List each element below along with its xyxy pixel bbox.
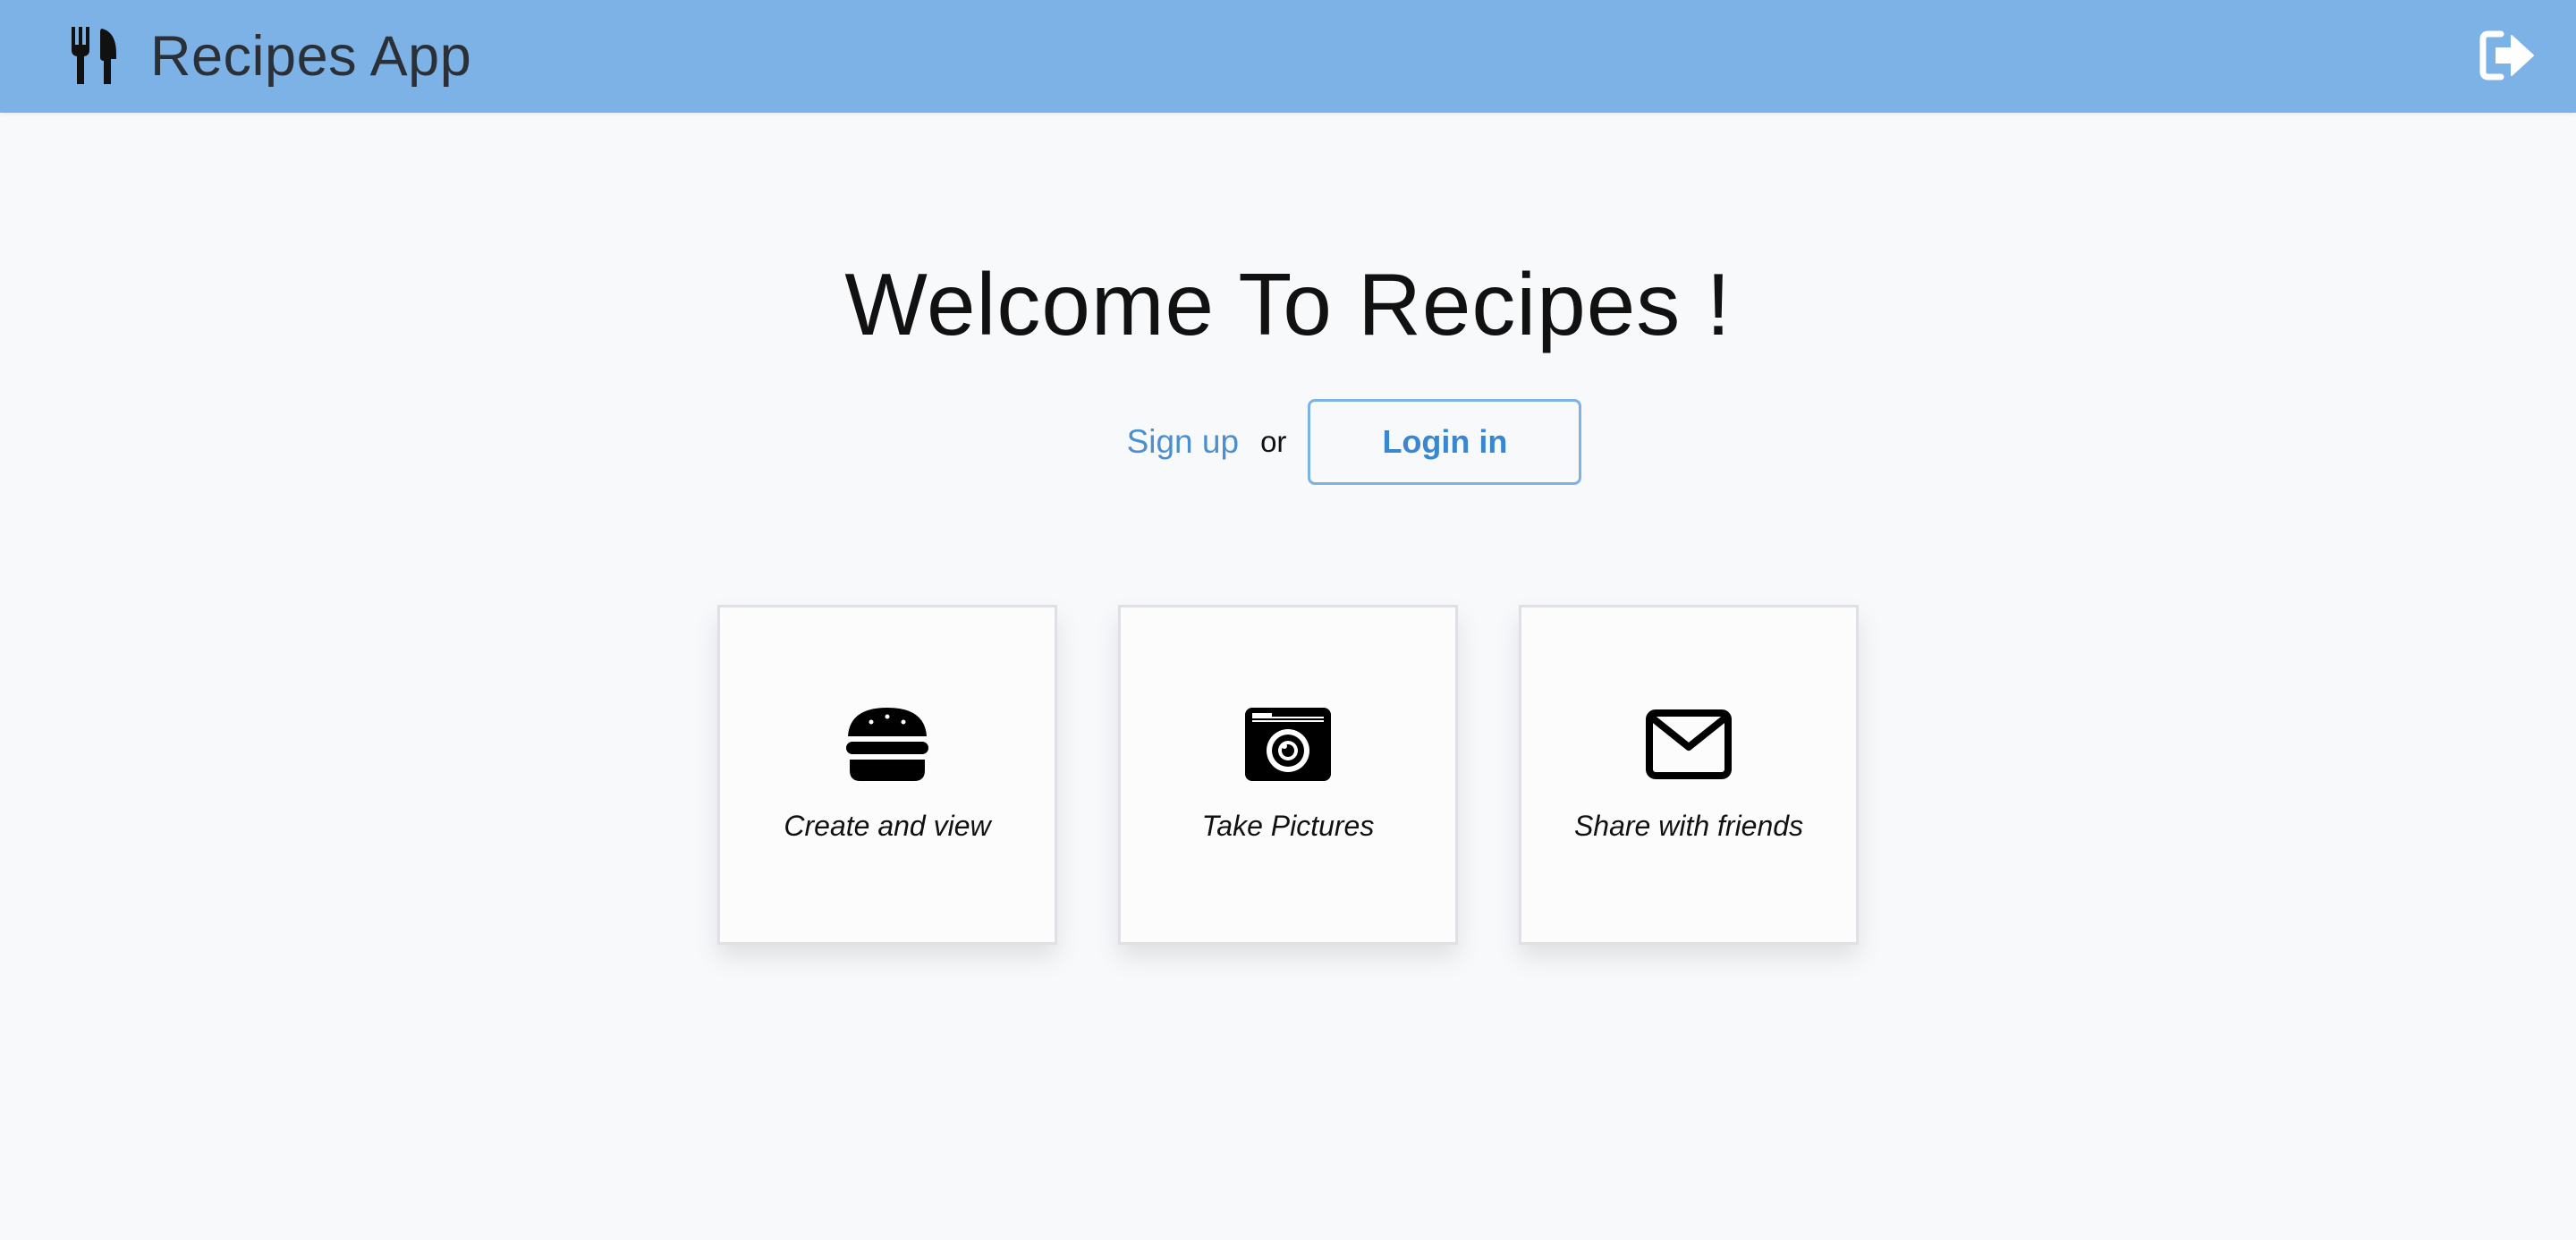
auth-actions: Sign up or Login in — [0, 399, 2576, 485]
hamburger-icon — [846, 708, 928, 781]
feature-cards: Create and view Take Pictures Share with… — [0, 605, 2576, 945]
camera-icon — [1245, 708, 1331, 781]
envelope-icon — [1646, 709, 1732, 779]
sign-out-icon — [2479, 30, 2534, 81]
feature-card-create: Create and view — [717, 605, 1057, 945]
utensils-icon — [72, 27, 116, 84]
top-navbar: Recipes App — [0, 0, 2576, 113]
feature-card-pictures: Take Pictures — [1118, 605, 1458, 945]
or-separator: or — [1260, 425, 1287, 458]
brand[interactable]: Recipes App — [70, 25, 471, 88]
sign-up-link[interactable]: Sign up — [1127, 423, 1240, 461]
welcome-heading: Welcome To Recipes ! — [844, 255, 1732, 353]
feature-card-share: Share with friends — [1519, 605, 1859, 945]
feature-label: Create and view — [784, 810, 991, 842]
login-button[interactable]: Login in — [1308, 399, 1582, 485]
app-title: Recipes App — [150, 25, 472, 88]
logout-button[interactable] — [2479, 30, 2535, 81]
feature-label: Take Pictures — [1201, 810, 1375, 842]
feature-label: Share with friends — [1573, 810, 1804, 842]
